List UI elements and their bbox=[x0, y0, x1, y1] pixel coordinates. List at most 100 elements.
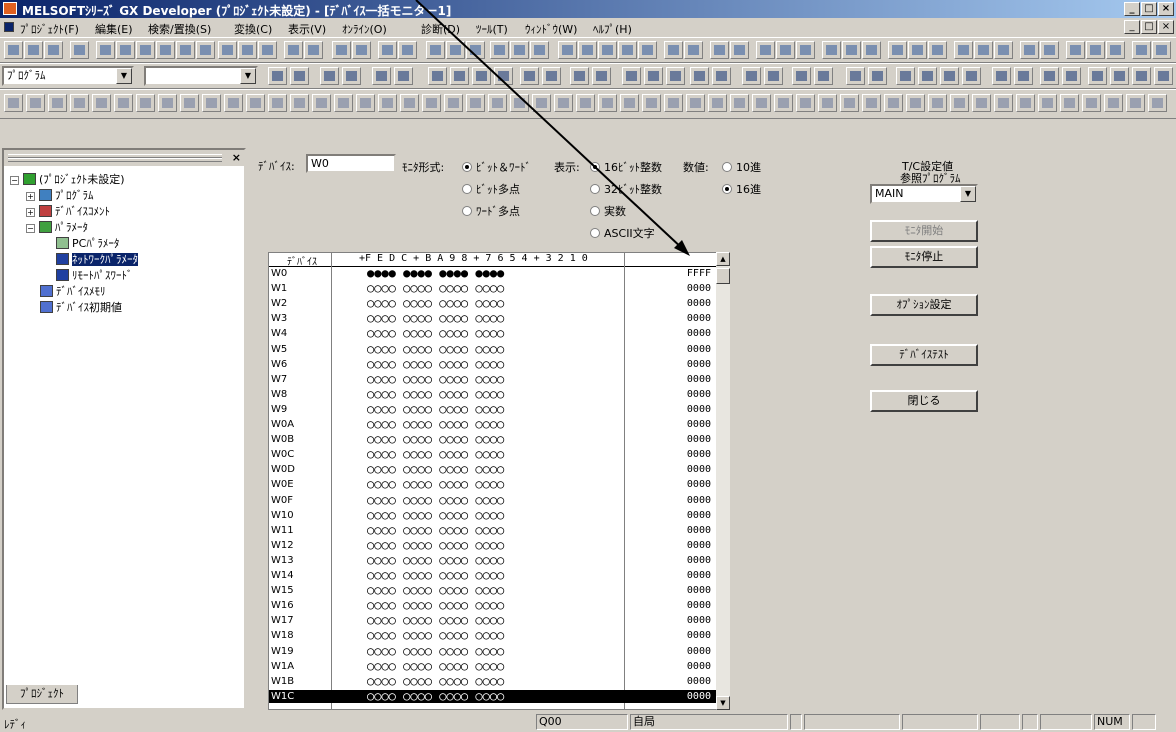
toolbar-button[interactable] bbox=[520, 67, 539, 85]
toolbar-button[interactable] bbox=[994, 41, 1013, 59]
expand-icon[interactable]: + bbox=[26, 208, 35, 217]
toolbar-button[interactable] bbox=[752, 94, 771, 112]
toolbar-button[interactable] bbox=[202, 94, 221, 112]
toolbar-button[interactable] bbox=[218, 41, 237, 59]
toolbar-button[interactable] bbox=[918, 67, 937, 85]
toolbar-button[interactable] bbox=[48, 94, 67, 112]
toolbar-button[interactable] bbox=[1040, 41, 1059, 59]
toolbar-button[interactable] bbox=[992, 67, 1011, 85]
toolbar-button[interactable] bbox=[1152, 41, 1171, 59]
display-ascii-radio[interactable]: ASCII文字 bbox=[590, 225, 655, 241]
tree-item-program[interactable]: + ﾌﾟﾛｸﾞﾗﾑ bbox=[26, 188, 94, 204]
toolbar-button[interactable] bbox=[742, 67, 761, 85]
toolbar-button[interactable] bbox=[472, 67, 491, 85]
table-row[interactable]: W17 ○○○○ ○○○○ ○○○○ ○○○○ 0000 bbox=[269, 614, 725, 627]
table-row[interactable]: W6 ○○○○ ○○○○ ○○○○ ○○○○ 0000 bbox=[269, 357, 725, 371]
toolbar-button[interactable] bbox=[114, 94, 133, 112]
display-32bit-radio[interactable]: 32ﾋﾞｯﾄ整数 bbox=[590, 181, 662, 197]
toolbar-button[interactable] bbox=[730, 94, 749, 112]
format-bit-word-radio[interactable]: ﾋﾞｯﾄ＆ﾜｰﾄﾞ bbox=[462, 159, 531, 175]
table-row[interactable]: W1A ○○○○ ○○○○ ○○○○ ○○○○ 0000 bbox=[269, 659, 725, 673]
table-row[interactable]: W1C ○○○○ ○○○○ ○○○○ ○○○○ 0000 bbox=[269, 689, 725, 703]
toolbar-button[interactable] bbox=[4, 41, 23, 59]
table-row[interactable]: W4 ○○○○ ○○○○ ○○○○ ○○○○ 0000 bbox=[269, 327, 725, 340]
toolbar-button[interactable] bbox=[928, 41, 947, 59]
toolbar-button[interactable] bbox=[1132, 41, 1151, 59]
toolbar-button[interactable] bbox=[92, 94, 111, 112]
toolbar-button[interactable] bbox=[888, 41, 907, 59]
toolbar-button[interactable] bbox=[196, 41, 215, 59]
toolbar-button[interactable] bbox=[846, 67, 865, 85]
toolbar-button[interactable] bbox=[70, 41, 89, 59]
tree-root[interactable]: − (ﾌﾟﾛｼﾞｪｸﾄ未設定) bbox=[10, 172, 125, 188]
toolbar-button[interactable] bbox=[466, 94, 485, 112]
close-icon[interactable]: × bbox=[232, 151, 241, 164]
toolbar-button[interactable] bbox=[4, 94, 23, 112]
toolbar-button[interactable] bbox=[690, 67, 709, 85]
expand-icon[interactable]: + bbox=[26, 192, 35, 201]
toolbar-button[interactable] bbox=[136, 41, 155, 59]
block-combo[interactable]: ▼ bbox=[144, 66, 258, 86]
table-row[interactable]: W1B ○○○○ ○○○○ ○○○○ ○○○○ 0000 bbox=[269, 674, 725, 688]
toolbar-button[interactable] bbox=[332, 41, 351, 59]
toolbar-button[interactable] bbox=[1038, 94, 1057, 112]
table-row[interactable]: W12 ○○○○ ○○○○ ○○○○ ○○○○ 0000 bbox=[269, 538, 725, 552]
table-row[interactable]: W0F ○○○○ ○○○○ ○○○○ ○○○○ 0000 bbox=[269, 493, 725, 507]
toolbar-button[interactable] bbox=[1106, 41, 1125, 59]
toolbar-button[interactable] bbox=[664, 94, 683, 112]
device-test-button[interactable]: ﾃﾞﾊﾞｲｽﾃｽﾄ bbox=[870, 344, 978, 366]
table-row[interactable]: W15 ○○○○ ○○○○ ○○○○ ○○○○ 0000 bbox=[269, 584, 725, 597]
program-combo[interactable]: ﾌﾟﾛｸﾞﾗﾑ ▼ bbox=[2, 66, 134, 86]
toolbar-button[interactable] bbox=[1066, 41, 1085, 59]
toolbar-button[interactable] bbox=[398, 41, 417, 59]
toolbar-button[interactable] bbox=[1126, 94, 1145, 112]
table-row[interactable]: W0B ○○○○ ○○○○ ○○○○ ○○○○ 0000 bbox=[269, 433, 725, 446]
toolbar-button[interactable] bbox=[570, 67, 589, 85]
tree-item-pc-parameter[interactable]: PCﾊﾟﾗﾒｰﾀ bbox=[56, 236, 119, 252]
collapse-icon[interactable]: − bbox=[10, 176, 19, 185]
monitor-start-button[interactable]: ﾓﾆﾀ開始 bbox=[870, 220, 978, 242]
menu-help[interactable]: ﾍﾙﾌﾟ(H) bbox=[593, 21, 632, 37]
table-row[interactable]: W16 ○○○○ ○○○○ ○○○○ ○○○○ 0000 bbox=[269, 599, 725, 612]
toolbar-button[interactable] bbox=[428, 67, 447, 85]
toolbar-button[interactable] bbox=[764, 67, 783, 85]
toolbar-button[interactable] bbox=[598, 41, 617, 59]
table-row[interactable]: W0A ○○○○ ○○○○ ○○○○ ○○○○ 0000 bbox=[269, 418, 725, 431]
toolbar-button[interactable] bbox=[730, 41, 749, 59]
toolbar-button[interactable] bbox=[446, 41, 465, 59]
toolbar-button[interactable] bbox=[312, 94, 331, 112]
toolbar-button[interactable] bbox=[224, 94, 243, 112]
toolbar-button[interactable] bbox=[494, 67, 513, 85]
tree-item-network-parameter[interactable]: ﾈｯﾄﾜｰｸﾊﾟﾗﾒｰﾀ bbox=[56, 252, 138, 268]
device-input[interactable]: W0 bbox=[306, 154, 396, 173]
toolbar-button[interactable] bbox=[598, 94, 617, 112]
table-row[interactable]: W19 ○○○○ ○○○○ ○○○○ ○○○○ 0000 bbox=[269, 644, 725, 658]
toolbar-button[interactable] bbox=[26, 94, 45, 112]
toolbar-button[interactable] bbox=[352, 41, 371, 59]
table-row[interactable]: W10 ○○○○ ○○○○ ○○○○ ○○○○ 0000 bbox=[269, 508, 725, 522]
toolbar-button[interactable] bbox=[1110, 67, 1129, 85]
chevron-down-icon[interactable]: ▼ bbox=[960, 186, 976, 202]
toolbar-button[interactable] bbox=[356, 94, 375, 112]
toolbar-button[interactable] bbox=[268, 67, 287, 85]
toolbar-button[interactable] bbox=[840, 94, 859, 112]
toolbar-button[interactable] bbox=[488, 94, 507, 112]
toolbar-button[interactable] bbox=[400, 94, 419, 112]
menu-search[interactable]: 検索/置換(S) bbox=[148, 21, 211, 37]
table-row[interactable]: W8 ○○○○ ○○○○ ○○○○ ○○○○ 0000 bbox=[269, 387, 725, 401]
toolbar-button[interactable] bbox=[994, 94, 1013, 112]
toolbar-button[interactable] bbox=[666, 67, 685, 85]
toolbar-button[interactable] bbox=[1060, 94, 1079, 112]
format-bit-multi-radio[interactable]: ﾋﾞｯﾄ多点 bbox=[462, 181, 520, 197]
toolbar-button[interactable] bbox=[796, 94, 815, 112]
toolbar-button[interactable] bbox=[710, 41, 729, 59]
toolbar-button[interactable] bbox=[342, 67, 361, 85]
toolbar-button[interactable] bbox=[1154, 67, 1173, 85]
table-row[interactable]: W2 ○○○○ ○○○○ ○○○○ ○○○○ 0000 bbox=[269, 297, 725, 310]
toolbar-button[interactable] bbox=[96, 41, 115, 59]
toolbar-button[interactable] bbox=[862, 94, 881, 112]
toolbar-button[interactable] bbox=[180, 94, 199, 112]
menu-view[interactable]: 表示(V) bbox=[288, 21, 326, 37]
table-row[interactable]: W0C ○○○○ ○○○○ ○○○○ ○○○○ 0000 bbox=[269, 448, 725, 461]
menu-project[interactable]: ﾌﾟﾛｼﾞｪｸﾄ(F) bbox=[20, 21, 79, 37]
